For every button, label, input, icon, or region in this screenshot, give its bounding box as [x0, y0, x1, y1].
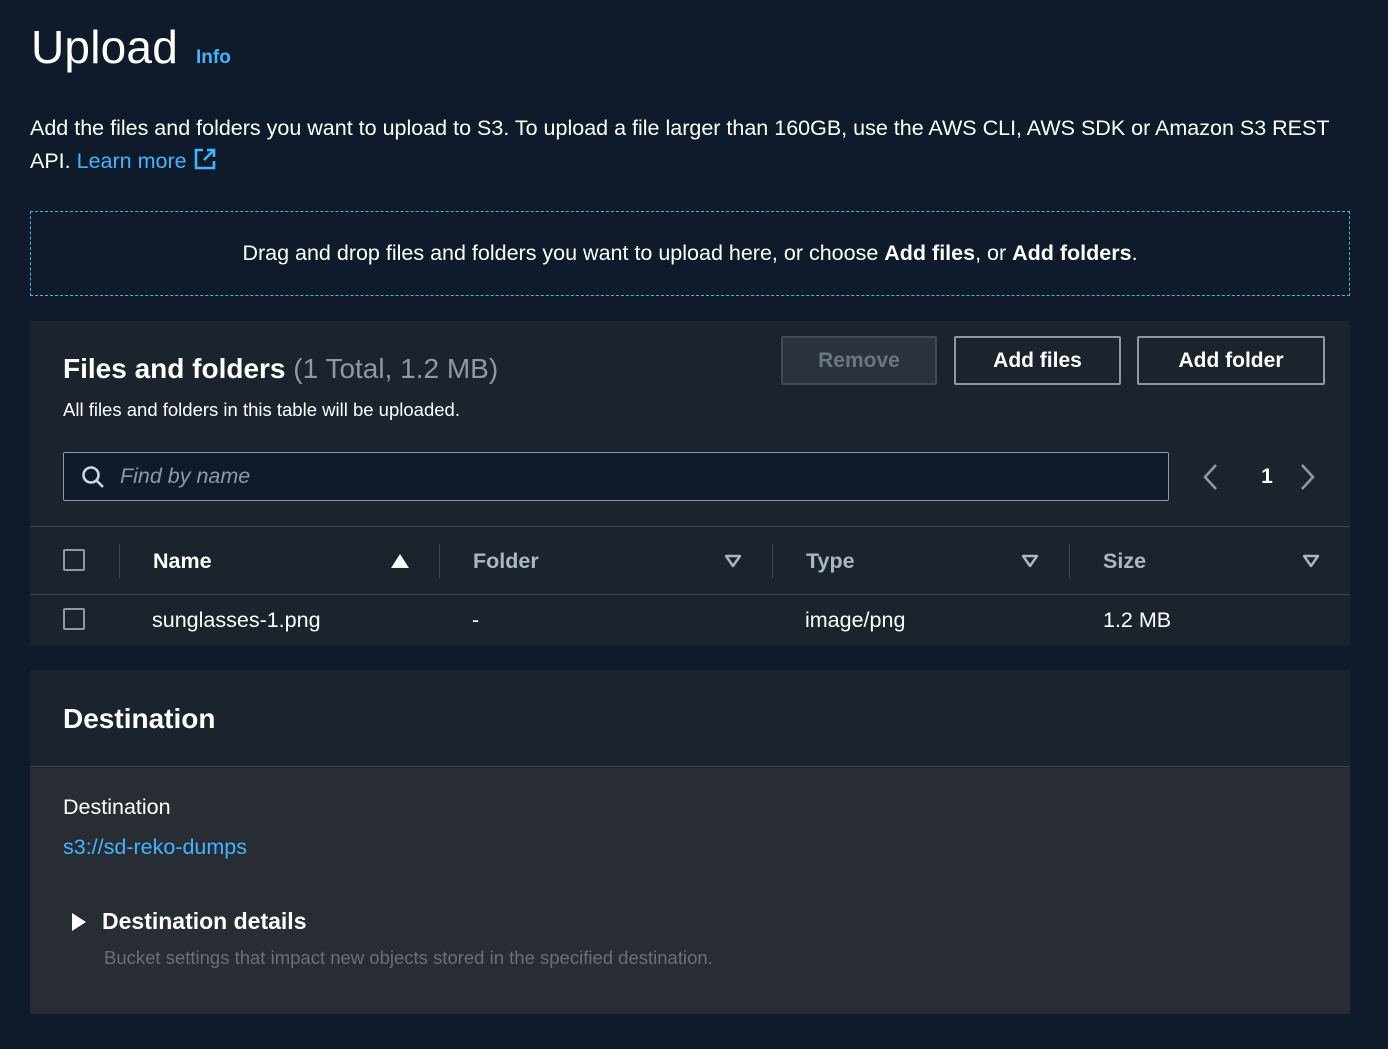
- search-icon: [80, 464, 106, 490]
- files-title: Files and folders (1 Total, 1.2 MB): [63, 353, 498, 385]
- destination-details-title: Destination details: [102, 908, 307, 934]
- files-description: All files and folders in this table will…: [63, 399, 460, 420]
- sort-descending-icon[interactable]: [1021, 554, 1039, 568]
- destination-details-description: Bucket settings that impact new objects …: [104, 947, 713, 968]
- learn-more-label: Learn more: [76, 149, 187, 173]
- destination-header: Destination: [30, 670, 1350, 767]
- column-header-type[interactable]: Type: [806, 527, 855, 595]
- files-title-text: Files and folders: [63, 353, 286, 384]
- cell-name: sunglasses-1.png: [152, 607, 321, 632]
- info-link[interactable]: Info: [196, 47, 231, 69]
- cell-folder: -: [472, 607, 480, 632]
- cell-size: 1.2 MB: [1103, 607, 1172, 632]
- intro-description: Add the files and folders you want to up…: [30, 116, 1330, 173]
- column-header-size[interactable]: Size: [1103, 527, 1146, 595]
- destination-link[interactable]: s3://sd-reko-dumps: [63, 835, 247, 860]
- learn-more-link[interactable]: Learn more: [76, 148, 217, 173]
- external-link-icon: [193, 147, 217, 181]
- column-header-folder[interactable]: Folder: [473, 527, 539, 595]
- files-and-folders-panel: Files and folders (1 Total, 1.2 MB) All …: [30, 321, 1350, 646]
- files-count: (1 Total, 1.2 MB): [293, 353, 499, 384]
- search-input[interactable]: [120, 464, 1168, 489]
- destination-label: Destination: [63, 795, 171, 819]
- sort-ascending-icon[interactable]: [391, 554, 409, 568]
- destination-details-toggle[interactable]: Destination details: [72, 908, 306, 935]
- add-folder-button[interactable]: Add folder: [1137, 336, 1325, 385]
- dropzone-text-start: Drag and drop files and folders you want…: [242, 241, 885, 265]
- table-header: Name Folder Type Size: [30, 526, 1350, 595]
- destination-title: Destination: [63, 703, 216, 734]
- dropzone-text-end: .: [1131, 241, 1138, 265]
- add-files-button[interactable]: Add files: [954, 336, 1121, 385]
- column-divider: [772, 544, 773, 578]
- column-divider: [439, 544, 440, 578]
- column-divider: [119, 544, 120, 578]
- cell-type: image/png: [805, 607, 906, 632]
- upload-dropzone[interactable]: Drag and drop files and folders you want…: [30, 211, 1350, 296]
- page-title: Upload: [31, 21, 178, 73]
- upload-page: Upload Info Add the files and folders yo…: [0, 0, 1388, 1049]
- page-header: Upload Info: [31, 20, 231, 74]
- destination-panel: Destination Destination s3://sd-reko-dum…: [30, 670, 1350, 1014]
- caret-right-icon: [72, 912, 86, 931]
- row-checkbox[interactable]: [63, 608, 85, 630]
- sort-descending-icon[interactable]: [1302, 554, 1320, 568]
- files-table: Name Folder Type Size sunglasses-1.png -…: [30, 526, 1350, 645]
- select-all-checkbox[interactable]: [63, 549, 85, 571]
- dropzone-text-middle: , or: [975, 241, 1013, 265]
- dropzone-add-folders: Add folders: [1012, 241, 1132, 265]
- dropzone-add-files: Add files: [884, 241, 976, 265]
- chevron-left-icon[interactable]: [1200, 452, 1222, 501]
- dropzone-text: Drag and drop files and folders you want…: [242, 241, 1137, 266]
- search-box: [63, 452, 1169, 501]
- page-number[interactable]: 1: [1252, 452, 1282, 501]
- table-row[interactable]: sunglasses-1.png - image/png 1.2 MB: [30, 595, 1350, 645]
- chevron-right-icon[interactable]: [1296, 452, 1318, 501]
- column-divider: [1069, 544, 1070, 578]
- remove-button[interactable]: Remove: [781, 336, 937, 385]
- destination-body: Destination s3://sd-reko-dumps Destinati…: [30, 768, 1350, 1014]
- intro-text: Add the files and folders you want to up…: [30, 112, 1360, 181]
- sort-descending-icon[interactable]: [724, 554, 742, 568]
- column-header-name[interactable]: Name: [153, 527, 212, 595]
